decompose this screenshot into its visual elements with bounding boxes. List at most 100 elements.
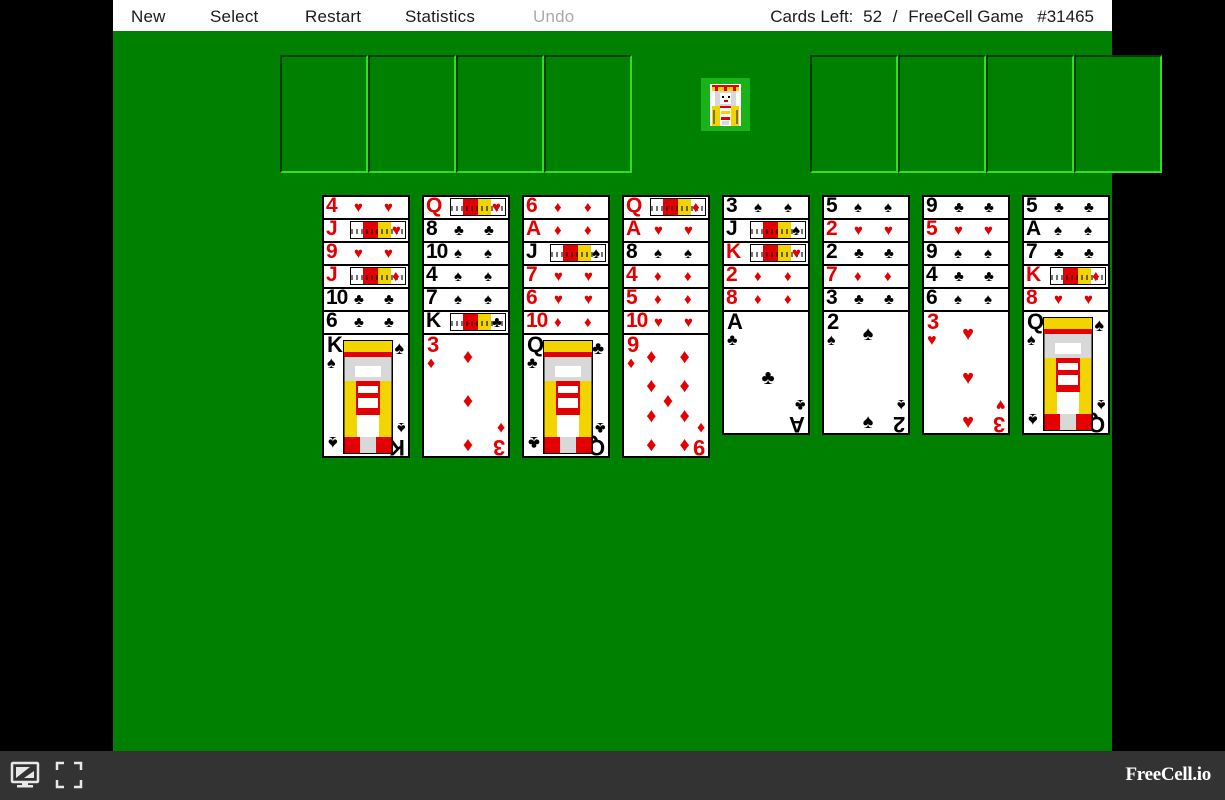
card-A-of-spades[interactable]: A ♠ ♠ <box>1022 218 1110 243</box>
card-strip: 7 ♠ ♠ <box>424 289 508 310</box>
tableau-column-6[interactable]: 5 ♠ ♠ 2 ♥ ♥ 2 ♣ ♣ 7 ♦ ♦ 3 ♣ ♣ 2 ♠ 2 ♠ ♠ … <box>822 195 910 435</box>
menu-item-restart[interactable]: Restart <box>305 7 361 27</box>
card-3-of-diamonds[interactable]: 3 ♦ 3 ♦ ♦ ♦ ♦ <box>422 333 510 458</box>
card-strip: K ♦ <box>1024 266 1108 287</box>
card-suit-pip: ♣ <box>384 314 394 331</box>
card-10-of-diamonds[interactable]: 10 ♦ ♦ <box>522 310 610 335</box>
foundation-hearts[interactable] <box>898 55 986 173</box>
card-2-of-spades[interactable]: 2 ♠ 2 ♠ ♠ ♠ <box>822 310 910 435</box>
card-10-of-clubs[interactable]: 10 ♣ ♣ <box>322 287 410 312</box>
card-Q-of-hearts[interactable]: Q ♥ <box>422 195 510 220</box>
card-8-of-hearts[interactable]: 8 ♥ ♥ <box>1022 287 1110 312</box>
foundation-clubs[interactable] <box>1074 55 1162 173</box>
card-suit-pip-inverted: ♣ <box>594 419 606 436</box>
card-7-of-spades[interactable]: 7 ♠ ♠ <box>422 287 510 312</box>
free-cell-4[interactable] <box>544 55 632 173</box>
card-K-of-spades[interactable]: K ♠ K ♠ ♠ ♠ <box>322 333 410 458</box>
tableau-column-2[interactable]: Q ♥ 8 ♣ ♣ 10 ♠ ♠ 4 ♠ ♠ 7 ♠ ♠ K ♣ 3 ♦ 3 ♦… <box>422 195 510 458</box>
foundation-spades[interactable] <box>810 55 898 173</box>
card-J-of-diamonds[interactable]: J ♦ <box>322 264 410 289</box>
card-A-of-diamonds[interactable]: A ♦ ♦ <box>522 218 610 243</box>
card-6-of-diamonds[interactable]: 6 ♦ ♦ <box>522 195 610 220</box>
game-board: Cards Left: 52 / FreeCell Game #31465 Ne… <box>113 0 1162 751</box>
card-6-of-hearts[interactable]: 6 ♥ ♥ <box>522 287 610 312</box>
card-suit-pip: ♥ <box>392 222 401 239</box>
card-rank: 7 <box>826 264 838 286</box>
card-7-of-hearts[interactable]: 7 ♥ ♥ <box>522 264 610 289</box>
card-K-of-diamonds[interactable]: K ♦ <box>1022 264 1110 289</box>
card-9-of-hearts[interactable]: 9 ♥ ♥ <box>322 241 410 266</box>
card-5-of-clubs[interactable]: 5 ♣ ♣ <box>1022 195 1110 220</box>
card-4-of-spades[interactable]: 4 ♠ ♠ <box>422 264 510 289</box>
card-suit-pip: ♣ <box>492 314 502 331</box>
card-A-of-hearts[interactable]: A ♥ ♥ <box>622 218 710 243</box>
card-K-of-hearts[interactable]: K ♥ <box>722 241 810 266</box>
card-J-of-spades[interactable]: J ♠ <box>722 218 810 243</box>
foundation-diamonds[interactable] <box>986 55 1074 173</box>
card-rank-inverted: 3 <box>493 435 505 458</box>
card-7-of-diamonds[interactable]: 7 ♦ ♦ <box>822 264 910 289</box>
card-3-of-spades[interactable]: 3 ♠ ♠ <box>722 195 810 220</box>
card-suit-pip: ♠ <box>1027 332 1036 349</box>
free-cell-1[interactable] <box>280 55 368 173</box>
card-Q-of-diamonds[interactable]: Q ♦ <box>622 195 710 220</box>
tableau-column-1[interactable]: 4 ♥ ♥ J ♥ 9 ♥ ♥ J ♦ 10 ♣ ♣ 6 ♣ ♣ K ♠ K ♠… <box>322 195 410 458</box>
card-8-of-clubs[interactable]: 8 ♣ ♣ <box>422 218 510 243</box>
card-6-of-clubs[interactable]: 6 ♣ ♣ <box>322 310 410 335</box>
card-Q-of-spades[interactable]: Q ♠ Q ♠ ♠ ♠ <box>1022 310 1110 435</box>
card-suit-pip: ♦ <box>646 434 657 456</box>
card-8-of-diamonds[interactable]: 8 ♦ ♦ <box>722 287 810 312</box>
tableau-column-4[interactable]: Q ♦ A ♥ ♥ 8 ♠ ♠ 4 ♦ ♦ 5 ♦ ♦ 10 ♥ ♥ 9 ♦ 9… <box>622 195 710 458</box>
bottom-toolbar: FreeCell.io <box>0 751 1225 800</box>
screen-size-icon[interactable] <box>10 760 40 790</box>
card-5-of-hearts[interactable]: 5 ♥ ♥ <box>922 218 1010 243</box>
card-10-of-spades[interactable]: 10 ♠ ♠ <box>422 241 510 266</box>
card-suit-pip: ♥ <box>354 245 363 262</box>
card-9-of-spades[interactable]: 9 ♠ ♠ <box>922 241 1010 266</box>
card-3-of-hearts[interactable]: 3 ♥ 3 ♥ ♥ ♥ ♥ <box>922 310 1010 435</box>
card-suit-pip: ♠ <box>827 332 836 349</box>
card-5-of-diamonds[interactable]: 5 ♦ ♦ <box>622 287 710 312</box>
card-suit-pip: ♣ <box>354 314 364 331</box>
card-K-of-clubs[interactable]: K ♣ <box>422 310 510 335</box>
card-rank: Q <box>426 195 442 217</box>
card-3-of-clubs[interactable]: 3 ♣ ♣ <box>822 287 910 312</box>
card-suit-pip: ♦ <box>462 434 474 456</box>
card-face: A ♣ A ♣ ♣ <box>724 312 808 433</box>
card-suit-pip-inverted: ♦ <box>696 419 705 436</box>
card-2-of-clubs[interactable]: 2 ♣ ♣ <box>822 241 910 266</box>
menu-item-select[interactable]: Select <box>210 7 258 27</box>
card-rank: 8 <box>726 287 738 309</box>
card-4-of-clubs[interactable]: 4 ♣ ♣ <box>922 264 1010 289</box>
card-2-of-hearts[interactable]: 2 ♥ ♥ <box>822 218 910 243</box>
card-8-of-spades[interactable]: 8 ♠ ♠ <box>622 241 710 266</box>
card-strip: 10 ♥ ♥ <box>624 312 708 333</box>
card-Q-of-clubs[interactable]: Q ♣ Q ♣ ♣ ♣ <box>522 333 610 458</box>
card-4-of-hearts[interactable]: 4 ♥ ♥ <box>322 195 410 220</box>
tableau-column-7[interactable]: 9 ♣ ♣ 5 ♥ ♥ 9 ♠ ♠ 4 ♣ ♣ 6 ♠ ♠ 3 ♥ 3 ♥ ♥ … <box>922 195 1010 435</box>
card-J-of-spades[interactable]: J ♠ <box>522 241 610 266</box>
card-9-of-clubs[interactable]: 9 ♣ ♣ <box>922 195 1010 220</box>
card-6-of-spades[interactable]: 6 ♠ ♠ <box>922 287 1010 312</box>
tableau-column-3[interactable]: 6 ♦ ♦ A ♦ ♦ J ♠ 7 ♥ ♥ 6 ♥ ♥ 10 ♦ ♦ Q ♣ Q… <box>522 195 610 458</box>
card-A-of-clubs[interactable]: A ♣ A ♣ ♣ <box>722 310 810 435</box>
card-7-of-clubs[interactable]: 7 ♣ ♣ <box>1022 241 1110 266</box>
tableau-column-5[interactable]: 3 ♠ ♠ J ♠ K ♥ 2 ♦ ♦ 8 ♦ ♦ A ♣ A ♣ ♣ <box>722 195 810 435</box>
free-cell-3[interactable] <box>456 55 544 173</box>
card-2-of-diamonds[interactable]: 2 ♦ ♦ <box>722 264 810 289</box>
free-cell-2[interactable] <box>368 55 456 173</box>
card-10-of-hearts[interactable]: 10 ♥ ♥ <box>622 310 710 335</box>
card-rank: 3 <box>927 310 939 334</box>
game-label: FreeCell Game <box>908 7 1024 26</box>
fullscreen-icon[interactable] <box>54 760 84 790</box>
card-rank: 6 <box>926 287 938 309</box>
menu-item-statistics[interactable]: Statistics <box>405 7 475 27</box>
card-4-of-diamonds[interactable]: 4 ♦ ♦ <box>622 264 710 289</box>
menu-item-new[interactable]: New <box>131 7 166 27</box>
card-5-of-spades[interactable]: 5 ♠ ♠ <box>822 195 910 220</box>
card-suit-pip: ♥ <box>927 332 937 349</box>
tableau-column-8[interactable]: 5 ♣ ♣ A ♠ ♠ 7 ♣ ♣ K ♦ 8 ♥ ♥ Q ♠ Q ♠ ♠ ♠ <box>1022 195 1110 435</box>
card-9-of-diamonds[interactable]: 9 ♦ 9 ♦ ♦ ♦ ♦ ♦ ♦ ♦ ♦ ♦ ♦ <box>622 333 710 458</box>
status-separator: / <box>892 7 898 26</box>
card-J-of-hearts[interactable]: J ♥ <box>322 218 410 243</box>
